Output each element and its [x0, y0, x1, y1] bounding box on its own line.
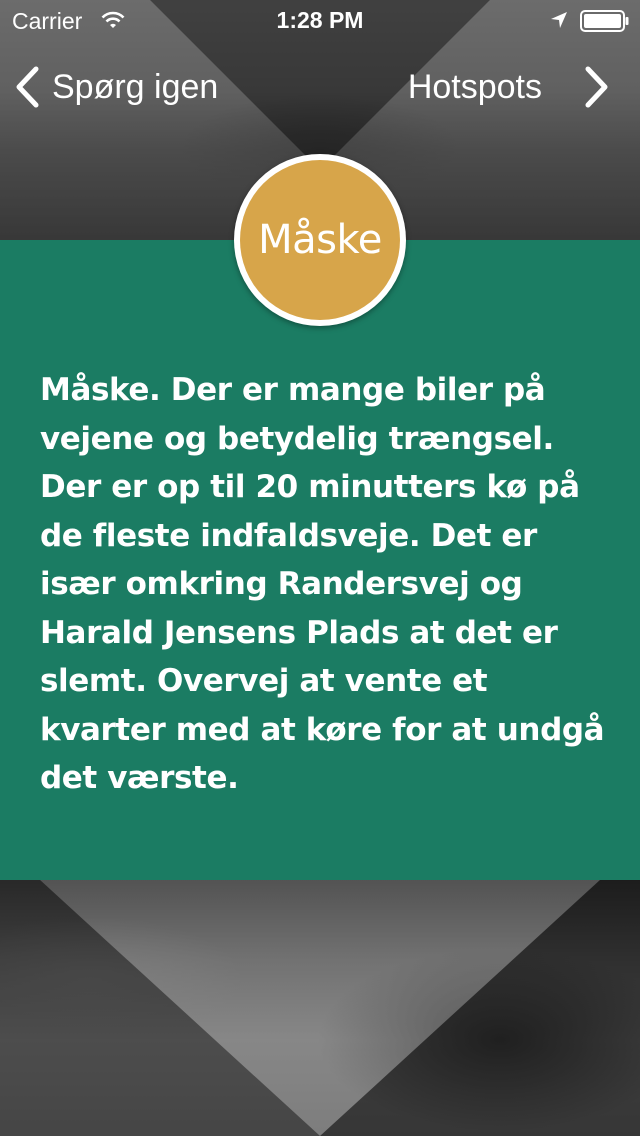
location-icon	[551, 12, 567, 28]
status-bar: Carrier 1:28 PM	[0, 0, 640, 40]
chevron-left-icon	[16, 66, 39, 108]
hotspots-button-label: Hotspots	[407, 67, 542, 106]
back-button[interactable]: Spørg igen	[14, 62, 218, 112]
back-button-label: Spørg igen	[52, 67, 219, 106]
answer-badge: Måske	[234, 154, 406, 326]
answer-badge-fill: Måske	[240, 160, 400, 320]
answer-badge-label: Måske	[258, 217, 382, 263]
answer-panel: Måske. Der er mange biler på vejene og b…	[0, 240, 640, 880]
status-time: 1:28 PM	[276, 7, 364, 33]
navigation-bar: Spørg igen Hotspots	[0, 52, 640, 122]
chevron-right-icon	[585, 66, 608, 108]
answer-text: Måske. Der er mange biler på vejene og b…	[40, 372, 605, 796]
screen: Carrier 1:28 PM Spørg igen Hotspots Måsk…	[0, 0, 640, 1136]
battery-icon	[580, 10, 629, 32]
hotspots-button[interactable]: Hotspots	[408, 62, 610, 112]
